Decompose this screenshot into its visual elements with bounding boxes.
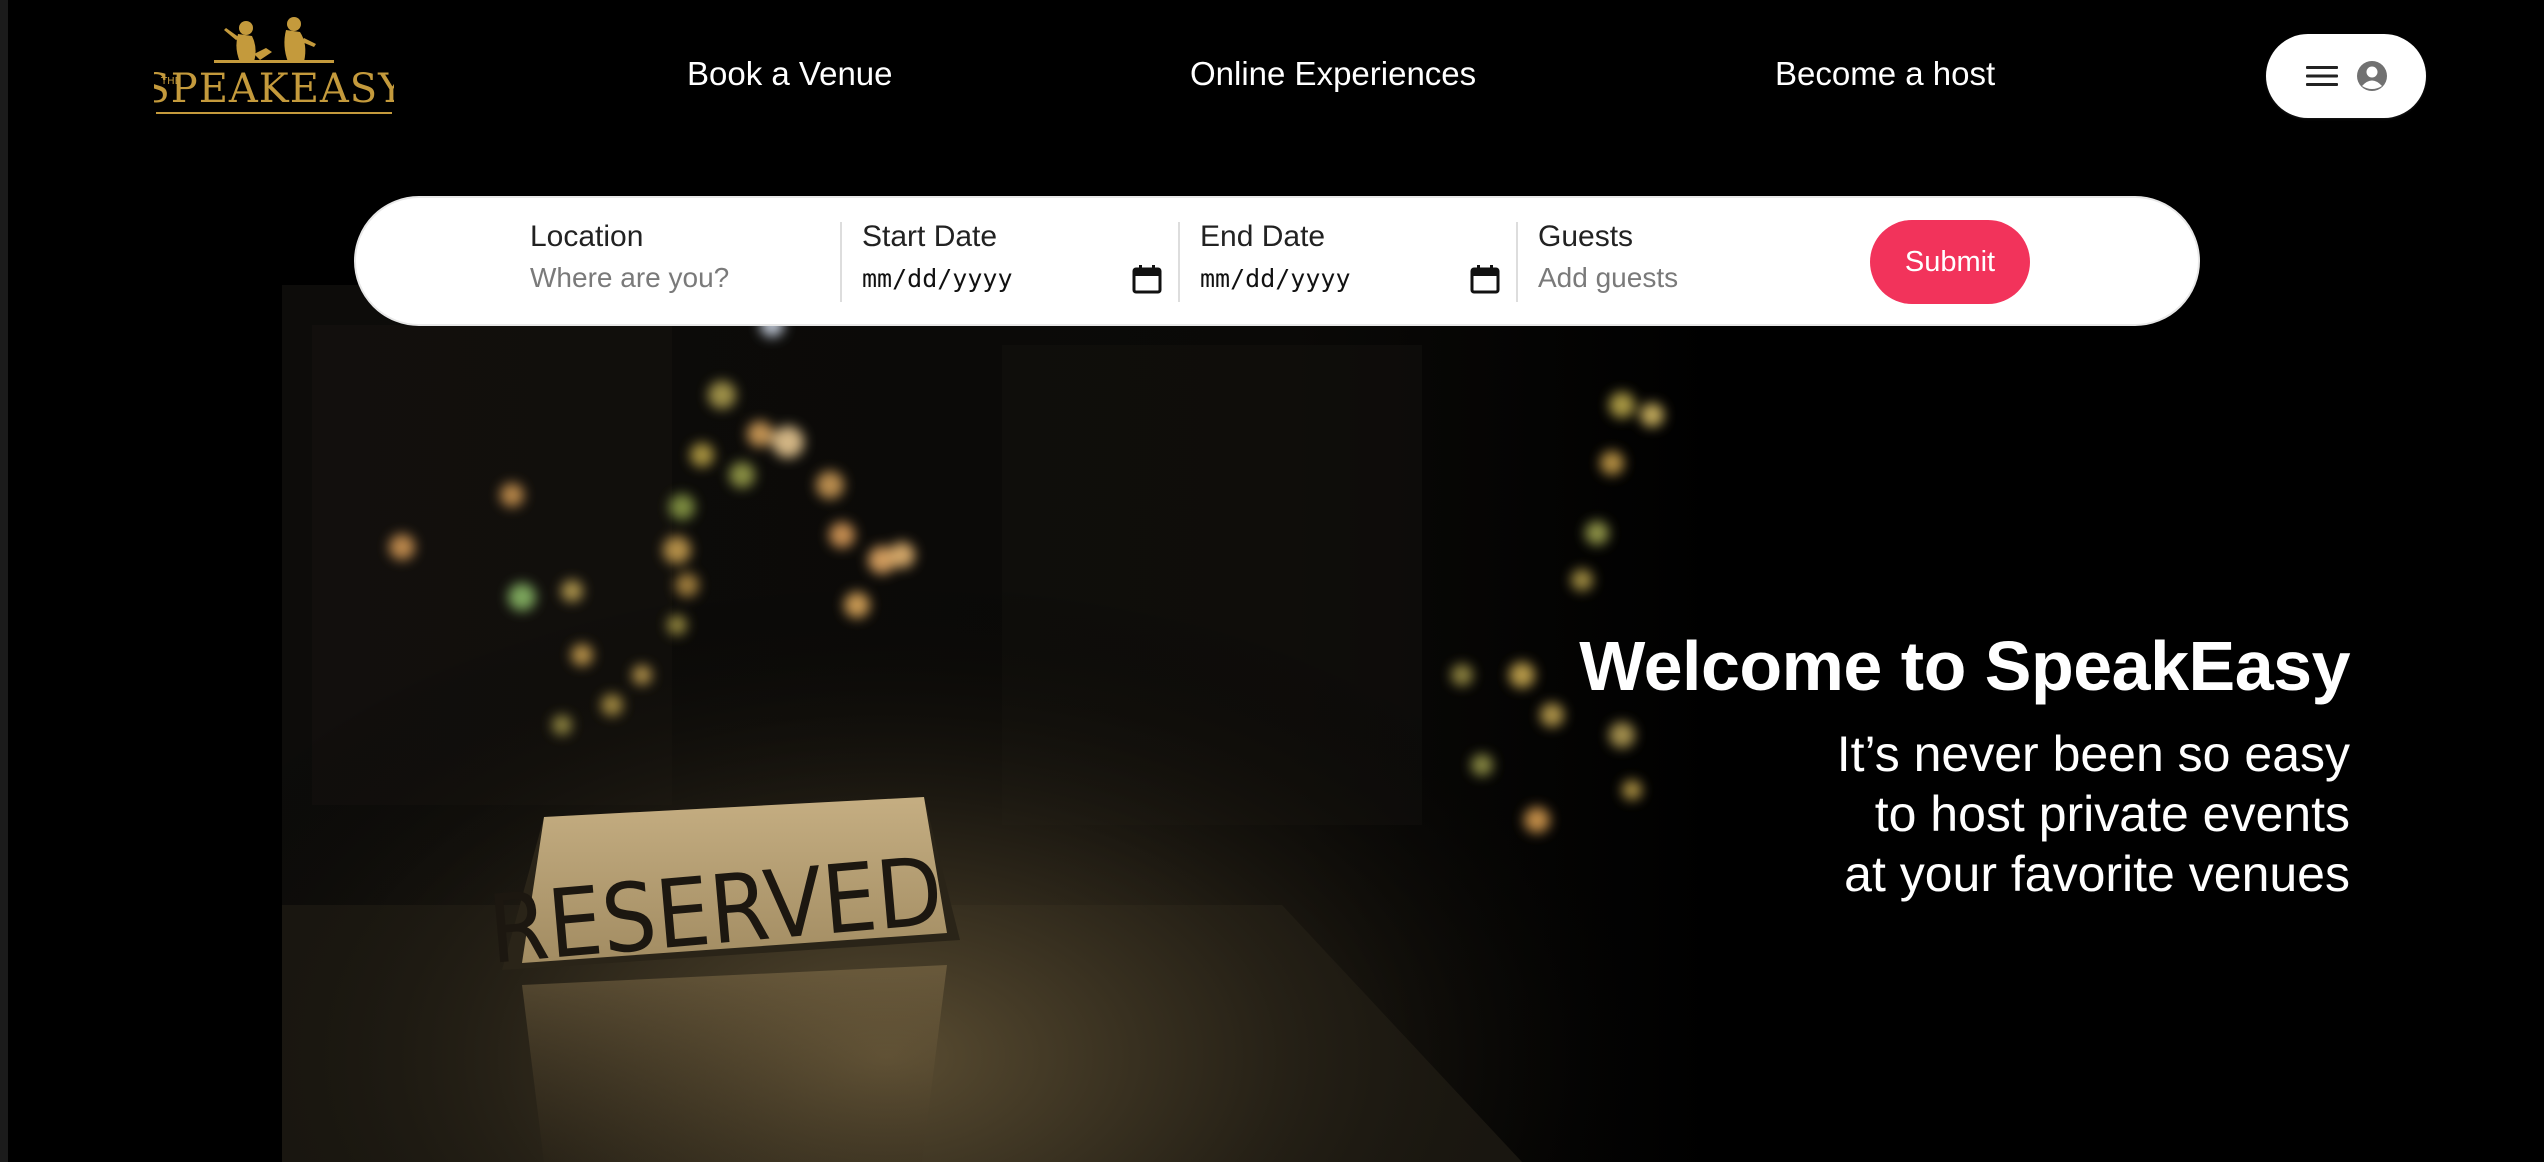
- nav-become-host[interactable]: Become a host: [1775, 54, 1995, 94]
- hero-subtitle-line: at your favorite venues: [1844, 846, 2350, 902]
- nav-online-experiences[interactable]: Online Experiences: [1190, 54, 1476, 94]
- speakeasy-logo[interactable]: SPEAKEASY THE: [154, 14, 394, 122]
- calendar-icon[interactable]: [1470, 264, 1500, 294]
- hero-subtitle-line: It’s never been so easy: [1836, 726, 2350, 782]
- window-edge: [0, 0, 8, 1162]
- guests-field[interactable]: Guests Add guests: [1538, 220, 1838, 306]
- nav-book-venue[interactable]: Book a Venue: [687, 54, 893, 94]
- hero-subtitle-line: to host private events: [1874, 786, 2350, 842]
- field-divider: [1178, 222, 1180, 302]
- hero-title: Welcome to SpeakEasy: [1579, 627, 2350, 705]
- start-date-input[interactable]: mm/dd/yyyy: [862, 264, 1013, 293]
- end-date-field[interactable]: End Date mm/dd/yyyy: [1200, 220, 1500, 306]
- field-divider: [1516, 222, 1518, 302]
- hero-subtitle: It’s never been so easy to host private …: [1450, 724, 2350, 904]
- field-divider: [840, 222, 842, 302]
- logo-wordmark: SPEAKEASY: [154, 66, 394, 112]
- hamburger-menu-icon: [2306, 66, 2338, 86]
- guests-label: Guests: [1538, 220, 1634, 253]
- calendar-icon[interactable]: [1132, 264, 1162, 294]
- start-date-label: Start Date: [862, 220, 998, 253]
- user-menu-button[interactable]: [2266, 34, 2426, 118]
- end-date-label: End Date: [1200, 220, 1326, 253]
- end-date-input[interactable]: mm/dd/yyyy: [1200, 264, 1351, 293]
- location-label: Location: [530, 220, 644, 253]
- search-bar: Location Where are you? Start Date mm/dd…: [354, 196, 2200, 326]
- guests-input[interactable]: Add guests: [1538, 262, 1678, 294]
- logo-prefix: THE: [160, 76, 181, 87]
- location-input[interactable]: Where are you?: [530, 262, 729, 294]
- user-avatar-icon: [2357, 61, 2387, 91]
- submit-button[interactable]: Submit: [1870, 220, 2030, 304]
- start-date-field[interactable]: Start Date mm/dd/yyyy: [862, 220, 1162, 306]
- location-field[interactable]: Location Where are you?: [530, 220, 830, 306]
